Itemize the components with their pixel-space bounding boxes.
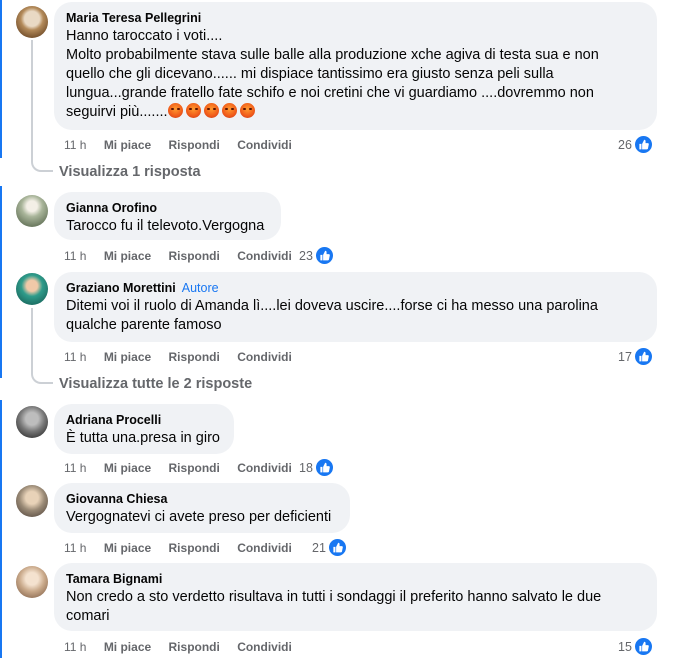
reaction-number: 18 [299,460,313,475]
comment-actions: 11 h Mi piace Rispondi Condividi [64,137,306,153]
thread-connector [31,40,53,172]
comment-text-line: quello che gli dicevano...... mi dispiac… [66,66,554,82]
thread-connector [31,308,53,384]
comment-actions: 11 h Mi piace Rispondi Condividi [64,540,306,556]
thumbs-up-icon [633,347,653,366]
comment-bubble: Graziano Morettini Autore Ditemi voi il r… [54,272,657,342]
comment-text: Vergognatevi ci avete preso per deficien… [66,509,332,525]
view-replies-link[interactable]: Visualizza 1 risposta [59,164,201,180]
comment-text-line: Hanno taroccato i voti.... [66,28,223,44]
reply-button[interactable]: Rispondi [169,350,220,364]
reaction-count[interactable]: 17 [618,347,653,366]
angry-face-icon [221,103,237,118]
comment-author[interactable]: Gianna Orofino [66,200,269,216]
comment-time[interactable]: 11 h [64,350,86,364]
avatar[interactable] [16,273,48,305]
reaction-number: 17 [618,349,632,364]
share-button[interactable]: Condividi [237,461,292,475]
avatar[interactable] [16,6,48,38]
avatar[interactable] [16,485,48,517]
comment-time[interactable]: 11 h [64,138,86,152]
reaction-number: 15 [618,639,632,654]
comment-text-line: Ditemi voi il ruolo di Amanda lì....lei … [66,298,598,314]
like-button[interactable]: Mi piace [104,350,151,364]
comment-actions: 11 h Mi piace Rispondi Condividi [64,248,306,264]
reply-button[interactable]: Rispondi [169,249,220,263]
comment-bubble: Gianna Orofino Tarocco fu il televoto.Ve… [54,192,281,240]
reply-button[interactable]: Rispondi [169,461,220,475]
comment-text: Tarocco fu il televoto.Vergogna [66,218,265,234]
reply-button[interactable]: Rispondi [169,541,220,555]
reaction-count[interactable]: 15 [618,637,653,656]
angry-face-icon [239,103,255,118]
comment-author[interactable]: Graziano Morettini Autore [66,280,645,296]
angry-face-icon [167,103,183,118]
angry-face-icon [185,103,201,118]
share-button[interactable]: Condividi [237,640,292,654]
share-button[interactable]: Condividi [237,350,292,364]
comment-text-line: Molto probabilmente stava sulle balle al… [66,47,599,63]
thumbs-up-icon [314,246,334,265]
avatar[interactable] [16,406,48,438]
thumbs-up-icon [633,135,653,154]
share-button[interactable]: Condividi [237,138,292,152]
angry-face-icon [203,103,219,118]
avatar[interactable] [16,195,48,227]
comment-text: Non credo a sto verdetto risultava in tu… [66,588,645,626]
avatar[interactable] [16,566,48,598]
comment-text-line: Non credo a sto verdetto risultava in tu… [66,589,602,605]
like-button[interactable]: Mi piace [104,138,151,152]
comment-author[interactable]: Adriana Procelli [66,412,222,428]
reaction-number: 26 [618,137,632,152]
comment-bubble: Giovanna Chiesa Vergognatevi ci avete pr… [54,483,350,533]
comment-bubble: Tamara Bignami Non credo a sto verdetto … [54,563,657,631]
comment-actions: 11 h Mi piace Rispondi Condividi [64,349,306,365]
comment-text: È tutta una.presa in giro [66,430,220,446]
thread-accent-bar [0,400,2,658]
thumbs-up-icon [327,538,347,557]
like-button[interactable]: Mi piace [104,249,151,263]
comment-text-line: lungua...grande fratello fate schifo e n… [66,85,594,101]
reaction-count[interactable]: 21 [312,538,347,557]
comment-author[interactable]: Maria Teresa Pellegrini [66,10,645,26]
comment-text-line: comari [66,608,110,624]
reply-button[interactable]: Rispondi [169,138,220,152]
like-button[interactable]: Mi piace [104,541,151,555]
reaction-count[interactable]: 26 [618,135,653,154]
comment-text-line: qualche parente famoso [66,317,222,333]
comment-actions: 11 h Mi piace Rispondi Condividi [64,460,306,476]
share-button[interactable]: Condividi [237,541,292,555]
comment-time[interactable]: 11 h [64,461,86,475]
comment-author[interactable]: Giovanna Chiesa [66,491,338,507]
thread-accent-bar [0,186,2,378]
comment-time[interactable]: 11 h [64,640,86,654]
reaction-number: 23 [299,248,313,263]
comment-time[interactable]: 11 h [64,249,86,263]
comment-bubble: Adriana Procelli È tutta una.presa in gi… [54,404,234,454]
thumbs-up-icon [633,637,653,656]
reaction-count[interactable]: 23 [299,246,334,265]
like-button[interactable]: Mi piace [104,640,151,654]
reaction-count[interactable]: 18 [299,458,334,477]
thread-accent-bar [0,0,2,158]
reaction-number: 21 [312,540,326,555]
author-badge: Autore [181,281,219,295]
comment-text: Hanno taroccato i voti.... Molto probabi… [66,27,645,122]
comment-author[interactable]: Tamara Bignami [66,571,645,587]
comment-bubble: Maria Teresa Pellegrini Hanno taroccato … [54,2,657,130]
comment-text: Ditemi voi il ruolo di Amanda lì....lei … [66,297,645,335]
like-button[interactable]: Mi piace [104,461,151,475]
comment-actions: 11 h Mi piace Rispondi Condividi [64,639,306,655]
comment-text-line: seguirvi più....... [66,103,645,122]
comment-time[interactable]: 11 h [64,541,86,555]
share-button[interactable]: Condividi [237,249,292,263]
reply-button[interactable]: Rispondi [169,640,220,654]
view-replies-link[interactable]: Visualizza tutte le 2 risposte [59,376,252,392]
thumbs-up-icon [314,458,334,477]
